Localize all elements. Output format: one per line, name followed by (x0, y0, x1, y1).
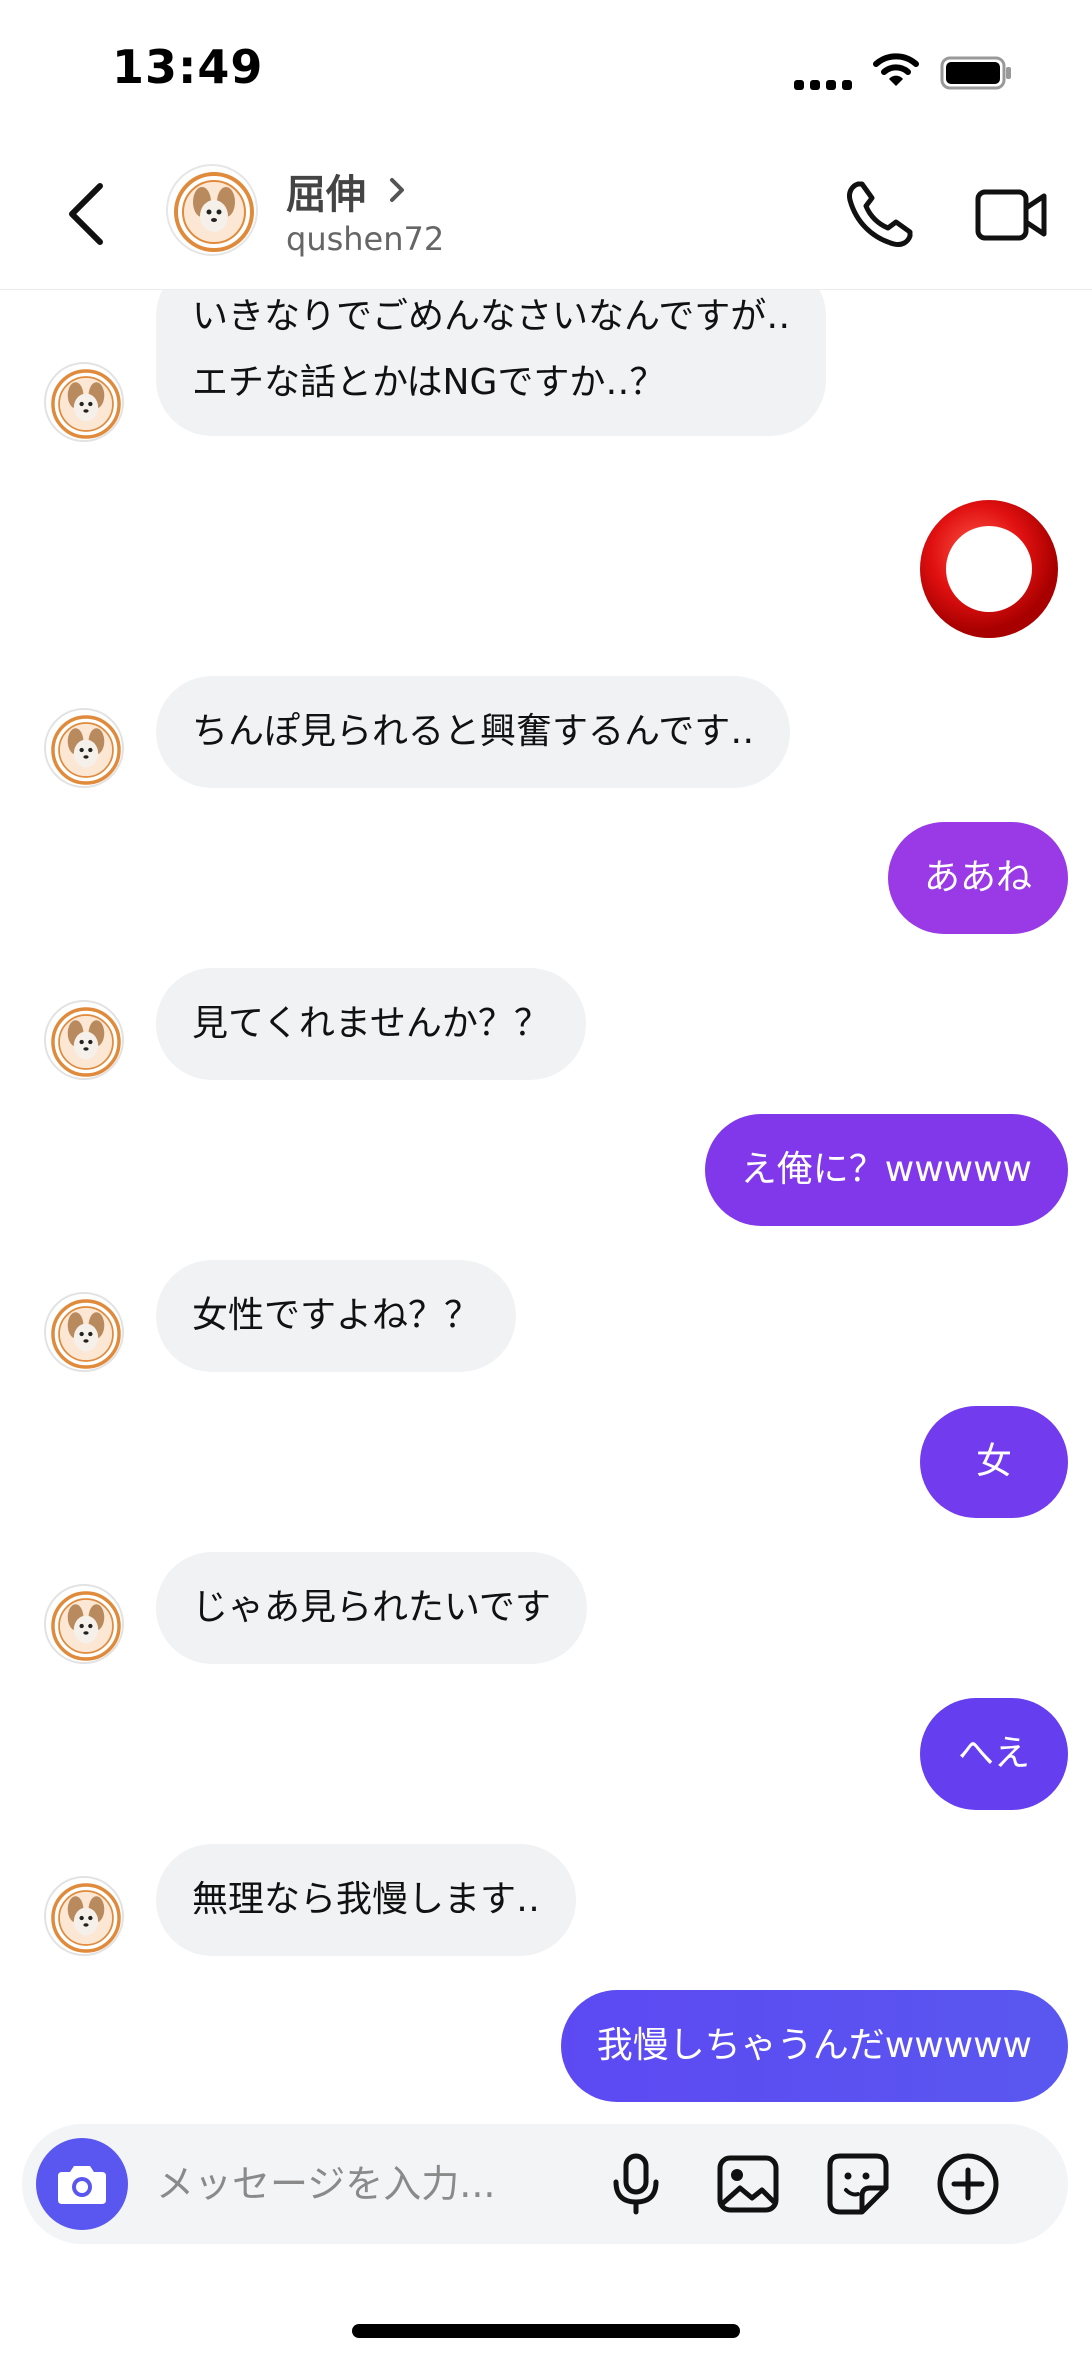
home-indicator[interactable] (352, 2324, 740, 2338)
battery-icon (940, 56, 1012, 90)
avatar-dog-icon (51, 715, 121, 785)
outgoing-message[interactable]: へえ (919, 1698, 1068, 1810)
more-button[interactable] (932, 2148, 1004, 2220)
avatar-dog-icon (51, 1883, 121, 1953)
avatar-dog-icon (51, 1007, 121, 1077)
avatar-dog-icon (51, 1299, 121, 1369)
avatar-dog-icon (174, 172, 254, 252)
message-composer (22, 2124, 1068, 2244)
image-icon (717, 2155, 779, 2213)
outgoing-message[interactable]: ああね (887, 822, 1068, 934)
contact-username: qushen72 (286, 220, 445, 258)
incoming-message[interactable]: ちんぽ見られると興奮するんです‥ (156, 676, 791, 788)
voice-call-button[interactable] (840, 174, 920, 254)
chevron-left-icon (69, 183, 103, 245)
sticker-icon (827, 2153, 889, 2215)
incoming-message[interactable]: いきなりでごめんなさいなんですが‥ エチな話とかはNGですか‥？ (156, 290, 827, 436)
avatar-dog-icon (51, 1591, 121, 1661)
incoming-message[interactable]: 見てくれませんか？？ (156, 968, 586, 1080)
incoming-message[interactable]: じゃあ見られたいです (156, 1552, 587, 1664)
sticker-button[interactable] (822, 2148, 894, 2220)
sender-avatar[interactable] (44, 708, 124, 788)
wifi-icon (872, 50, 920, 90)
video-call-button[interactable] (972, 178, 1052, 250)
microphone-button[interactable] (600, 2148, 672, 2220)
cellular-signal-icon (794, 64, 854, 90)
chevron-right-icon[interactable] (382, 170, 412, 210)
sender-avatar[interactable] (44, 362, 124, 442)
sender-avatar[interactable] (44, 1292, 124, 1372)
sender-avatar[interactable] (44, 1584, 124, 1664)
sender-avatar[interactable] (44, 1000, 124, 1080)
camera-button[interactable] (36, 2138, 128, 2230)
status-time: 13:49 (112, 40, 264, 94)
contact-name[interactable]: 屈伸 (286, 162, 366, 220)
plus-circle-icon (937, 2153, 999, 2215)
outgoing-message[interactable]: え俺に？wwwww (704, 1114, 1068, 1226)
message-input[interactable] (156, 2154, 596, 2214)
status-bar: 13:49 (0, 0, 1092, 140)
chat-header: 屈伸 qushen72 (0, 140, 1092, 290)
microphone-icon (613, 2153, 659, 2215)
outgoing-message[interactable]: 我慢しちゃうんだwwwww (560, 1990, 1068, 2102)
outgoing-message[interactable]: 女 (919, 1406, 1068, 1518)
gallery-button[interactable] (712, 2148, 784, 2220)
sender-avatar[interactable] (44, 1876, 124, 1956)
message-line: いきなりでごめんなさいなんですが‥ (192, 296, 791, 337)
avatar-dog-icon (51, 369, 121, 439)
camera-icon (58, 2166, 106, 2204)
message-line: エチな話とかはNGですか‥？ (192, 362, 666, 403)
incoming-message[interactable]: 無理なら我慢します‥ (156, 1844, 577, 1956)
incoming-message[interactable]: 女性ですよね？？ (156, 1260, 517, 1372)
back-button[interactable] (58, 174, 118, 254)
video-camera-icon (975, 189, 1047, 241)
contact-avatar[interactable] (166, 164, 258, 256)
phone-icon (847, 181, 913, 247)
message-list[interactable]: いきなりでごめんなさいなんですが‥ エチな話とかはNGですか‥？ ちんぽ見られる… (0, 290, 1092, 2120)
red-circle-emoji[interactable] (916, 496, 1062, 642)
